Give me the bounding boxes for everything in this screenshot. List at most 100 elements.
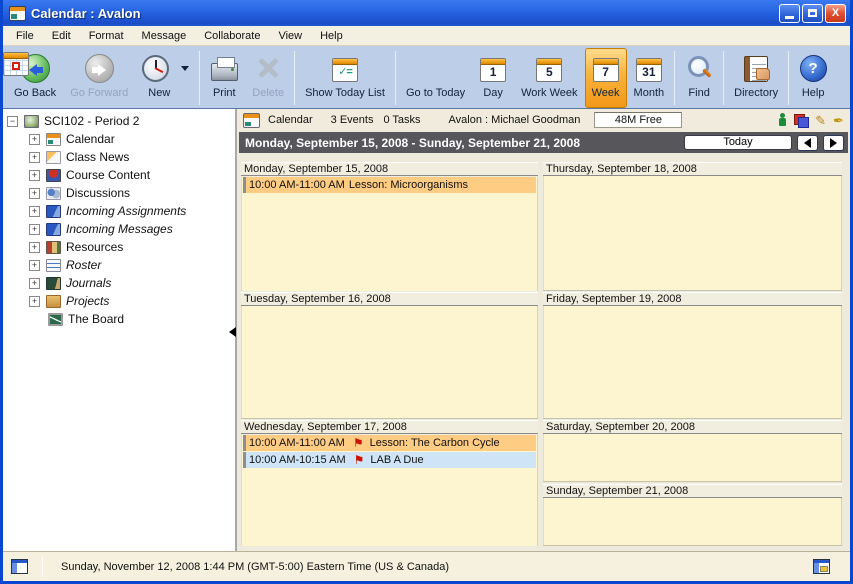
expand-box-icon[interactable]: + (29, 260, 40, 271)
day-cell[interactable]: 10:00 AM-11:00 AM Lesson: Microorganisms (241, 177, 538, 291)
day-cell[interactable] (543, 434, 842, 481)
signature-pen-icon[interactable]: ✒ (833, 114, 844, 127)
status-divider (42, 557, 43, 577)
calendar-icon (243, 113, 260, 128)
sidebar-item-calendar[interactable]: + Calendar (3, 130, 235, 148)
go-forward-button[interactable]: Go Forward (63, 48, 135, 108)
toolbar-separator (199, 51, 200, 105)
expand-box-icon[interactable]: + (29, 188, 40, 199)
new-button[interactable]: New (135, 48, 196, 108)
day-cell[interactable] (543, 306, 842, 418)
work-week-view-button[interactable]: 5 Work Week (514, 48, 584, 108)
month-view-button[interactable]: 31 Month (627, 48, 672, 108)
app-window: Calendar : Avalon X File Edit Format Mes… (0, 0, 853, 584)
event-lesson-microorganisms[interactable]: 10:00 AM-11:00 AM Lesson: Microorganisms (243, 177, 536, 193)
directory-button[interactable]: Directory (727, 48, 785, 108)
sidebar-item-resources[interactable]: + Resources (3, 238, 235, 256)
go-to-today-icon (3, 52, 29, 76)
bookshelf-icon (46, 241, 61, 254)
day-cell[interactable]: 10:00 AM-11:00 AM ⚑ Lesson: The Carbon C… (241, 435, 538, 546)
maximize-button[interactable] (802, 4, 823, 23)
collapse-box-icon[interactable]: − (7, 116, 18, 127)
free-space-indicator: 48M Free (594, 112, 682, 128)
expand-box-icon[interactable]: + (29, 170, 40, 181)
expand-box-icon[interactable]: + (29, 224, 40, 235)
event-lab-a-due[interactable]: 10:00 AM-10:15 AM ⚑ LAB A Due (243, 452, 536, 468)
week-grid: Monday, September 15, 2008 10:00 AM-11:0… (237, 157, 850, 551)
day-tuesday: Tuesday, September 16, 2008 (241, 292, 538, 419)
splitter-collapse-icon[interactable] (229, 327, 236, 337)
sidebar-item-roster[interactable]: + Roster (3, 256, 235, 274)
previous-week-button[interactable] (797, 135, 818, 151)
day-cell[interactable] (543, 176, 842, 290)
sidebar-item-projects[interactable]: + Projects (3, 292, 235, 310)
menu-file[interactable]: File (7, 28, 43, 44)
toolbar-separator (788, 51, 789, 105)
tree-root-sci102[interactable]: − SCI102 - Period 2 (3, 112, 235, 130)
main-area: − SCI102 - Period 2 + Calendar + Class N… (3, 109, 850, 551)
help-button[interactable]: ? Help (792, 48, 834, 108)
sidebar-item-class-news[interactable]: + Class News (3, 148, 235, 166)
menu-view[interactable]: View (269, 28, 311, 44)
delete-button[interactable]: Delete (245, 48, 291, 108)
menu-collaborate[interactable]: Collaborate (195, 28, 269, 44)
event-lesson-carbon-cycle[interactable]: 10:00 AM-11:00 AM ⚑ Lesson: The Carbon C… (243, 435, 536, 451)
sidebar-tree: − SCI102 - Period 2 + Calendar + Class N… (3, 109, 237, 551)
expand-box-icon[interactable]: + (29, 152, 40, 163)
directory-book-icon (744, 56, 768, 82)
pencil-icon[interactable]: ✎ (815, 114, 826, 127)
sidebar-item-discussions[interactable]: + Discussions (3, 184, 235, 202)
today-button[interactable]: Today (684, 135, 792, 150)
sidebar-item-journals[interactable]: + Journals (3, 274, 235, 292)
week-view-button[interactable]: 7 Week (585, 48, 627, 108)
day-cell[interactable] (543, 498, 842, 545)
journal-icon (46, 277, 61, 290)
week-range-label: Monday, September 15, 2008 - Sunday, Sep… (239, 136, 580, 150)
menu-format[interactable]: Format (80, 28, 133, 44)
print-button[interactable]: Print (203, 48, 245, 108)
clock-icon (142, 55, 169, 82)
day-cell[interactable] (241, 306, 538, 418)
calendar-panel-header: Calendar 3 Events 0 Tasks Avalon : Micha… (237, 109, 850, 131)
close-button[interactable]: X (825, 4, 846, 23)
tree-root-label: SCI102 - Period 2 (44, 114, 139, 128)
sidebar-item-incoming-assignments[interactable]: + Incoming Assignments (3, 202, 235, 220)
menu-message[interactable]: Message (133, 28, 196, 44)
expand-box-icon[interactable]: + (29, 134, 40, 145)
day-header: Sunday, September 21, 2008 (543, 484, 842, 498)
menu-help[interactable]: Help (311, 28, 352, 44)
expand-box-icon[interactable]: + (29, 296, 40, 307)
work-week-calendar-icon: 5 (536, 58, 562, 82)
find-button[interactable]: Find (678, 48, 720, 108)
day-header: Saturday, September 20, 2008 (543, 420, 842, 434)
flask-icon (24, 115, 39, 128)
today-list-icon: ✓= (332, 58, 358, 82)
layout-toggle-icon[interactable] (813, 559, 830, 574)
user-presence-icon[interactable] (778, 113, 787, 127)
book-icon (46, 205, 61, 218)
expand-box-icon[interactable]: + (29, 278, 40, 289)
sidebar-item-course-content[interactable]: + Course Content (3, 166, 235, 184)
sidebar-item-incoming-messages[interactable]: + Incoming Messages (3, 220, 235, 238)
show-today-list-button[interactable]: ✓= Show Today List (298, 48, 392, 108)
event-time: 10:00 AM-10:15 AM (249, 454, 346, 466)
day-header: Thursday, September 18, 2008 (543, 162, 842, 176)
minimize-button[interactable] (779, 4, 800, 23)
layers-icon[interactable] (794, 114, 808, 127)
day-view-button[interactable]: 1 Day (472, 48, 514, 108)
search-icon (685, 54, 713, 82)
toolbar-separator (674, 51, 675, 105)
day-header: Monday, September 15, 2008 (241, 162, 538, 176)
panel-toggle-icon[interactable] (11, 559, 28, 574)
expand-box-icon[interactable]: + (29, 206, 40, 217)
new-dropdown-icon[interactable] (181, 66, 189, 75)
chalkboard-icon (48, 313, 63, 326)
sidebar-item-the-board[interactable]: The Board (3, 310, 235, 328)
expand-box-icon[interactable]: + (29, 242, 40, 253)
toolbar-separator (723, 51, 724, 105)
day-calendar-icon: 1 (480, 58, 506, 82)
menu-edit[interactable]: Edit (43, 28, 80, 44)
go-to-today-button[interactable]: Go to Today (399, 48, 472, 108)
next-week-button[interactable] (823, 135, 844, 151)
week-calendar-icon: 7 (593, 58, 619, 82)
